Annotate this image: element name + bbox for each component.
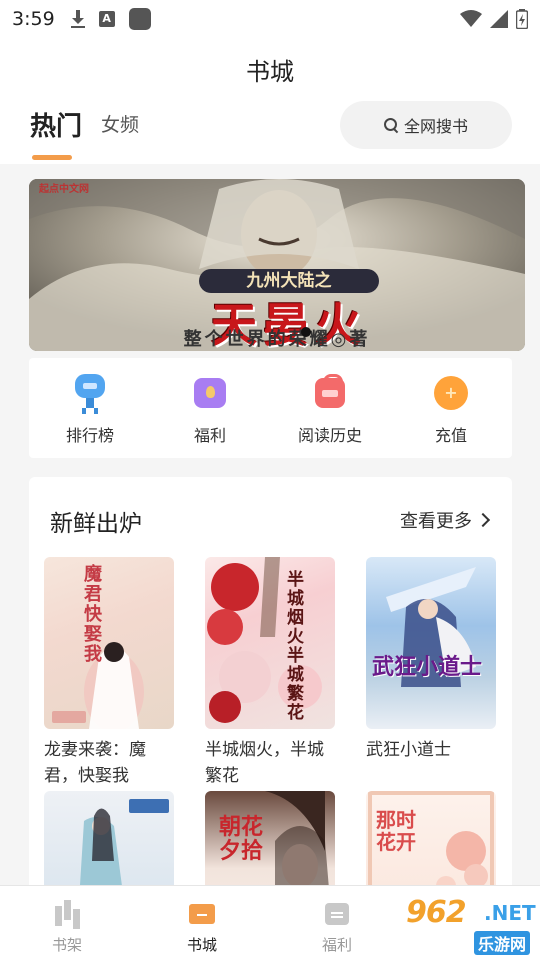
status-icons-right bbox=[460, 9, 528, 29]
signal-icon bbox=[490, 10, 508, 28]
see-more-link[interactable]: 查看更多 bbox=[400, 507, 491, 533]
quick-item-ranking[interactable]: 排行榜 bbox=[35, 374, 145, 446]
tab-bookshelf[interactable]: 书架 bbox=[27, 900, 107, 955]
cover-title: 魔君快娶我 bbox=[84, 564, 102, 665]
battery-icon bbox=[516, 9, 528, 29]
tab-bookstore[interactable]: 书城 bbox=[162, 900, 242, 955]
status-bar: 3:59 A bbox=[0, 0, 540, 38]
bookshelf-icon bbox=[53, 900, 81, 928]
chevron-right-icon bbox=[475, 512, 491, 528]
app-notification-icon bbox=[128, 8, 151, 30]
status-icons-left: A bbox=[70, 8, 151, 30]
book-card[interactable]: 武狂小道士 武狂小道士 bbox=[366, 557, 496, 763]
see-more-label: 查看更多 bbox=[400, 511, 472, 532]
bookstore-icon bbox=[188, 900, 216, 928]
book-cover: 半城烟火 半城繁花 bbox=[205, 557, 335, 729]
book-title: 龙妻来袭：魔君，快娶我 bbox=[44, 740, 146, 786]
quick-item-label: 福利 bbox=[193, 426, 226, 445]
gift-icon bbox=[192, 374, 228, 410]
watermark-domain: .NET bbox=[484, 901, 536, 925]
book-cover: 武狂小道士 bbox=[366, 557, 496, 729]
trophy-icon bbox=[72, 374, 108, 410]
tab-hot[interactable]: 热门 bbox=[30, 106, 82, 143]
watermark-text: 乐游网 bbox=[474, 931, 531, 955]
quick-item-label: 充值 bbox=[434, 426, 467, 445]
search-button[interactable]: 全网搜书 bbox=[340, 101, 512, 149]
top-bar: 书城 热门 女频 全网搜书 bbox=[0, 38, 540, 164]
cover-title: 那时花开 bbox=[376, 808, 416, 854]
banner-publisher: 起点中文网 bbox=[39, 184, 89, 195]
site-watermark: 962 .NET 乐游网 bbox=[400, 893, 540, 955]
book-cover: 魔君快娶我 bbox=[44, 557, 174, 729]
book-title: 武狂小道士 bbox=[366, 740, 451, 760]
book-card[interactable]: 魔君快娶我 龙妻来袭：魔君，快娶我 bbox=[44, 557, 174, 789]
tab-label: 书城 bbox=[186, 936, 217, 954]
search-label: 全网搜书 bbox=[403, 117, 468, 136]
tab-label: 福利 bbox=[321, 936, 352, 954]
history-icon bbox=[312, 374, 348, 410]
download-icon bbox=[70, 10, 85, 28]
welfare-icon bbox=[323, 900, 351, 928]
active-tab-indicator bbox=[32, 155, 72, 160]
cover-title: 武狂小道士 bbox=[372, 654, 483, 680]
tab-welfare[interactable]: 福利 bbox=[297, 900, 377, 955]
quick-item-recharge[interactable]: + 充值 bbox=[396, 374, 506, 446]
quick-menu: 排行榜 福利 阅读历史 + 充值 bbox=[29, 358, 512, 458]
book-title: 半城烟火，半城繁花 bbox=[205, 740, 324, 786]
banner-author: 整个世界的荣耀◎著 bbox=[183, 329, 371, 350]
page-title: 书城 bbox=[246, 58, 294, 86]
section-title: 新鲜出炉 bbox=[50, 511, 142, 537]
banner-carousel[interactable]: 起点中文网 九州大陆之 天晏火 整个世界的荣耀◎著 bbox=[29, 179, 525, 351]
fresh-section: 新鲜出炉 查看更多 魔君快娶我 龙妻来袭：魔君，快娶我 半城烟火 半城繁花 半城… bbox=[29, 477, 512, 960]
status-time: 3:59 bbox=[12, 8, 55, 30]
a-notification-icon: A bbox=[98, 11, 115, 27]
carousel-indicator bbox=[301, 327, 311, 337]
watermark-number: 962 bbox=[406, 895, 467, 930]
quick-item-label: 排行榜 bbox=[65, 426, 114, 445]
wifi-icon bbox=[460, 10, 482, 27]
cover-illustration bbox=[207, 557, 322, 723]
cover-title: 半城烟火 半城繁花 bbox=[287, 570, 304, 723]
cover-illustration bbox=[52, 642, 144, 729]
tab-female[interactable]: 女频 bbox=[101, 110, 139, 137]
cover-title: 朝花夕拾 bbox=[219, 814, 264, 864]
search-icon bbox=[383, 118, 398, 132]
recharge-icon: + bbox=[433, 374, 469, 410]
tab-label: 书架 bbox=[51, 936, 82, 954]
book-card[interactable]: 半城烟火 半城繁花 半城烟火，半城繁花 bbox=[205, 557, 335, 789]
quick-item-welfare[interactable]: 福利 bbox=[155, 374, 265, 446]
quick-item-label: 阅读历史 bbox=[297, 426, 362, 445]
quick-item-history[interactable]: 阅读历史 bbox=[275, 374, 385, 446]
cover-illustration bbox=[386, 567, 476, 687]
